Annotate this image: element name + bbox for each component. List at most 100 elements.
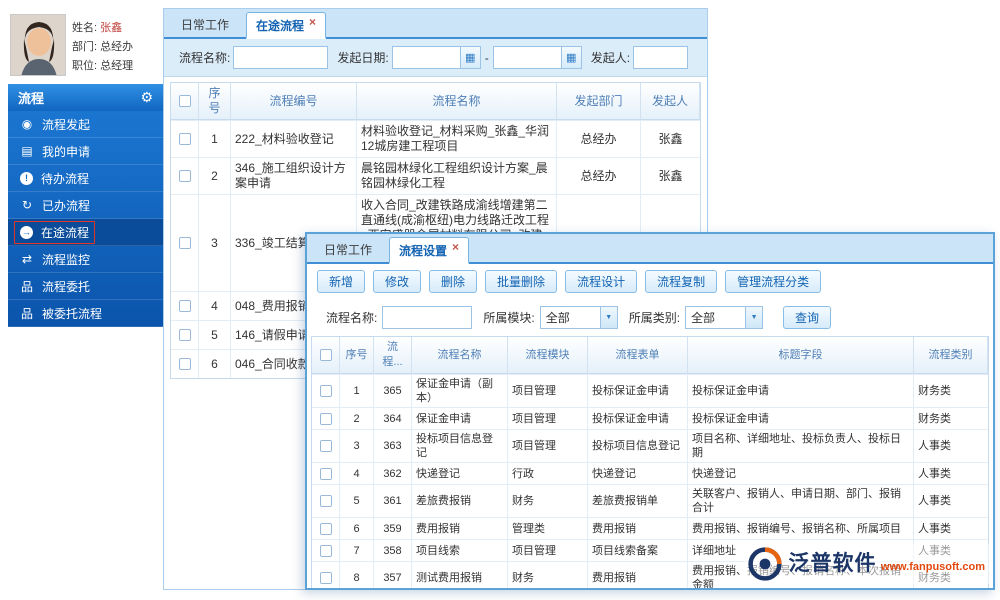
select-all-checkbox[interactable] — [319, 349, 332, 361]
toolbar-button[interactable]: 管理流程分类 — [725, 269, 822, 293]
row-checkbox[interactable] — [319, 572, 332, 584]
menu-item-label: 流程监控 — [42, 252, 91, 267]
cell-dept: 总经办 — [557, 158, 641, 194]
toolbar-button[interactable]: 流程复制 — [645, 269, 718, 293]
checkbox-cell — [312, 408, 340, 429]
col-process-name: 流程名称 — [412, 337, 508, 374]
flow-config-row[interactable]: 2 364 保证金申请 项目管理 投标保证金申请 投标保证金申请 财务类 — [312, 407, 988, 429]
cell-process-code: 363 — [374, 430, 412, 462]
row-checkbox[interactable] — [319, 544, 332, 557]
date-to-input[interactable] — [492, 46, 561, 69]
category-select[interactable]: 全部 ▼ — [685, 305, 764, 329]
module-label: 所属模块: — [483, 310, 535, 325]
toolbar-button[interactable]: 流程设计 — [565, 269, 638, 293]
tab[interactable]: 日常工作 — [172, 12, 243, 37]
cell-process-form: 费用报销 — [588, 562, 688, 588]
sidebar-menu-item[interactable]: ▤ 我的申请 — [8, 138, 163, 165]
sidebar-menu-item[interactable]: 品 流程委托 — [8, 273, 163, 300]
cell-seq: 3 — [199, 195, 231, 291]
document-icon: ▤ — [21, 144, 33, 158]
category-label: 所属类别: — [628, 310, 681, 325]
tab-close-icon[interactable]: × — [309, 16, 316, 28]
sidebar-menu: ◉ 流程发起 ▤ 我的申请 ! 待办流程 ↻ 已办流程 → 在途流程 ⇄ 流程监… — [8, 111, 163, 327]
process-name-input[interactable] — [233, 46, 329, 69]
cell-process-name: 项目线索 — [412, 540, 508, 561]
process-settings-window: 日常工作 流程设置 × 新增 修改 删除 批量删除 流程设计 流程复制 管理流程分类 流程名… — [305, 232, 995, 590]
col-process-code: 流程... — [374, 337, 412, 374]
date-from-input[interactable] — [391, 46, 460, 69]
tab-label: 日常工作 — [181, 18, 230, 32]
toolbar-button[interactable]: 修改 — [373, 269, 422, 293]
row-checkbox[interactable] — [319, 467, 332, 480]
chevron-down-icon[interactable]: ▼ — [745, 306, 763, 328]
cell-process-form: 快递登记 — [588, 463, 688, 484]
sidebar-menu-item[interactable]: ↻ 已办流程 — [8, 192, 163, 219]
tab[interactable]: 流程设置 × — [389, 237, 470, 264]
sidebar-section-header: 流程 ⚙ — [8, 84, 163, 111]
flow-config-row[interactable]: 1 365 保证金申请（副本） 项目管理 投标保证金申请 投标保证金申请 财务类 — [312, 374, 988, 407]
toolbar-button[interactable]: 批量删除 — [485, 269, 558, 293]
watermark-url: www.fanpusoft.com — [880, 561, 985, 573]
col-title-fields: 标题字段 — [688, 337, 914, 374]
cell-initiator: 张鑫 — [658, 168, 683, 183]
flow-config-row[interactable]: 6 359 费用报销 管理类 费用报销 费用报销、报销编号、报销名称、所属项目 … — [312, 517, 988, 539]
row-checkbox[interactable] — [178, 300, 191, 312]
sidebar-menu-item[interactable]: 品 被委托流程 — [8, 300, 163, 327]
process-row[interactable]: 1 222_材料验收登记 材料验收登记_材料采购_张鑫_华润12城房建工程项目 … — [171, 120, 700, 157]
toolbar-button[interactable]: 新增 — [317, 269, 366, 293]
query-button[interactable]: 查询 — [783, 305, 832, 329]
row-checkbox[interactable] — [319, 495, 332, 507]
row-checkbox[interactable] — [319, 440, 332, 452]
flow-config-row[interactable]: 3 363 投标项目信息登记 项目管理 投标项目信息登记 项目名称、详细地址、投… — [312, 429, 988, 462]
tab[interactable]: 在途流程 × — [246, 12, 327, 39]
fanpu-logo-icon — [748, 547, 783, 581]
menu-item-label: 已办流程 — [42, 198, 91, 213]
row-checkbox[interactable] — [178, 358, 191, 370]
cell-process-category: 财务类 — [918, 412, 951, 425]
tab-close-icon[interactable]: × — [452, 241, 459, 253]
cell-process-form: 投标保证金申请 — [588, 408, 688, 429]
back-tab-bar: 日常工作 在途流程 × — [164, 9, 707, 39]
row-checkbox[interactable] — [319, 412, 332, 425]
calendar-icon[interactable]: ▦ — [459, 46, 481, 69]
chevron-down-icon[interactable]: ▼ — [599, 306, 617, 328]
row-checkbox[interactable] — [178, 329, 191, 341]
profile-info: 姓名: 张鑫 部门: 总经办 职位: 总经理 — [72, 14, 133, 76]
flow-config-row[interactable]: 5 361 差旅费报销 财务 差旅费报销单 关联客户、报销人、申请日期、部门、报… — [312, 484, 988, 517]
row-checkbox[interactable] — [178, 133, 191, 145]
process-row[interactable]: 2 346_施工组织设计方案申请 晨铭园林绿化工程组织设计方案_晨铭园林绿化工程… — [171, 157, 700, 194]
col-seq: 序号 — [340, 337, 374, 374]
sidebar-menu-item[interactable]: ⇄ 流程监控 — [8, 246, 163, 273]
checkbox-cell — [312, 463, 340, 484]
cell-process-name: 晨铭园林绿化工程组织设计方案_晨铭园林绿化工程 — [357, 158, 557, 194]
row-checkbox[interactable] — [178, 170, 191, 182]
row-checkbox[interactable] — [178, 237, 191, 249]
row-checkbox[interactable] — [319, 522, 332, 535]
tab[interactable]: 日常工作 — [315, 237, 386, 262]
select-all-checkbox[interactable] — [178, 95, 191, 107]
checkbox-cell — [312, 485, 340, 517]
cell-title-fields: 费用报销、报销编号、报销名称、所属项目 — [688, 518, 914, 539]
flow-config-row[interactable]: 4 362 快递登记 行政 快递登记 快递登记 人事类 — [312, 462, 988, 484]
cell-process-name: 投标项目信息登记 — [412, 430, 508, 462]
sidebar-menu-item[interactable]: ◉ 流程发起 — [8, 111, 163, 138]
row-checkbox[interactable] — [319, 385, 332, 397]
date-to-group: ▦ — [492, 46, 582, 69]
sync-icon: ⇄ — [21, 252, 33, 266]
calendar-icon[interactable]: ▦ — [560, 46, 582, 69]
checkbox-cell — [171, 292, 199, 320]
cell-process-form: 费用报销 — [588, 518, 688, 539]
cell-process-name: 差旅费报销 — [412, 485, 508, 517]
initiator-input[interactable] — [633, 46, 689, 69]
toolbar-button[interactable]: 删除 — [429, 269, 478, 293]
process-name-input[interactable] — [382, 305, 473, 329]
menu-item-box: ! 待办流程 — [14, 167, 95, 190]
sidebar-menu-item[interactable]: ! 待办流程 — [8, 165, 163, 192]
menu-item-box: 品 流程委托 — [14, 275, 96, 298]
gear-icon[interactable]: ⚙ — [140, 89, 153, 106]
sidebar-menu-item[interactable]: → 在途流程 — [8, 219, 163, 246]
sidebar: 姓名: 张鑫 部门: 总经办 职位: 总经理 流程 ⚙ ◉ 流程发起 ▤ 我的申… — [8, 10, 163, 327]
cell-process-code: 365 — [374, 375, 412, 407]
cell-process-code: 222_材料验收登记 — [231, 121, 357, 157]
module-select[interactable]: 全部 ▼ — [539, 305, 618, 329]
